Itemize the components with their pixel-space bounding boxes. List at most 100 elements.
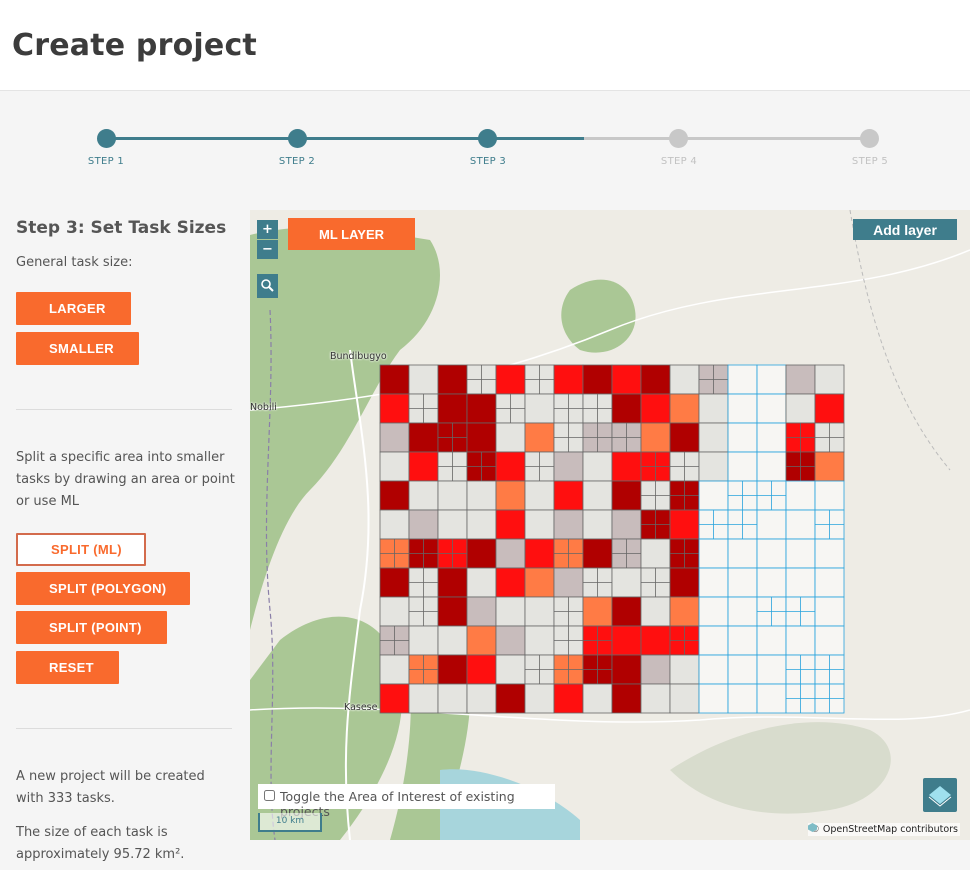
task-cell[interactable] <box>814 393 845 424</box>
task-cell[interactable] <box>611 567 642 598</box>
task-cell[interactable] <box>611 480 642 511</box>
task-cell[interactable] <box>756 364 787 395</box>
task-cell[interactable] <box>495 509 526 540</box>
task-cell[interactable] <box>379 683 410 714</box>
task-cell[interactable] <box>727 683 758 714</box>
task-cell[interactable] <box>814 567 845 598</box>
task-cell[interactable] <box>495 567 526 598</box>
task-cell[interactable] <box>495 654 526 685</box>
task-cell[interactable] <box>437 393 468 424</box>
task-cell[interactable] <box>524 538 555 569</box>
task-cell[interactable] <box>814 625 845 656</box>
task-cell[interactable] <box>640 422 671 453</box>
add-layer-button[interactable]: Add layer <box>853 219 957 240</box>
task-cell[interactable] <box>379 567 410 598</box>
task-cell[interactable] <box>611 393 642 424</box>
task-cell[interactable] <box>611 654 642 685</box>
task-cell[interactable] <box>379 654 410 685</box>
task-cell[interactable] <box>611 364 642 395</box>
task-cell[interactable] <box>408 480 439 511</box>
task-cell[interactable] <box>727 596 758 627</box>
step-2-dot[interactable] <box>288 129 307 148</box>
task-cell[interactable] <box>466 480 497 511</box>
task-cell[interactable] <box>553 451 584 482</box>
split-ml-button[interactable]: SPLIT (ML) <box>16 533 146 566</box>
task-cell[interactable] <box>437 625 468 656</box>
step-3-dot[interactable] <box>478 129 497 148</box>
task-cell[interactable] <box>669 364 700 395</box>
task-cell[interactable] <box>698 538 729 569</box>
task-cell[interactable] <box>466 625 497 656</box>
task-cell[interactable] <box>379 509 410 540</box>
task-cell[interactable] <box>669 654 700 685</box>
task-cell[interactable] <box>582 683 613 714</box>
task-cell[interactable] <box>466 596 497 627</box>
task-cell[interactable] <box>495 538 526 569</box>
task-cell[interactable] <box>698 654 729 685</box>
task-cell[interactable] <box>640 654 671 685</box>
task-cell[interactable] <box>640 596 671 627</box>
task-cell[interactable] <box>553 683 584 714</box>
task-cell[interactable] <box>727 625 758 656</box>
task-cell[interactable] <box>785 509 816 540</box>
task-cell[interactable] <box>437 596 468 627</box>
task-cell[interactable] <box>814 364 845 395</box>
task-cell[interactable] <box>379 393 410 424</box>
task-cell[interactable] <box>756 509 787 540</box>
task-cell[interactable] <box>582 364 613 395</box>
task-cell[interactable] <box>756 625 787 656</box>
task-cell[interactable] <box>524 422 555 453</box>
task-cell[interactable] <box>524 393 555 424</box>
task-cell[interactable] <box>727 422 758 453</box>
task-cell[interactable] <box>611 683 642 714</box>
task-cell[interactable] <box>379 422 410 453</box>
task-cell[interactable] <box>466 422 497 453</box>
split-point-button[interactable]: SPLIT (POINT) <box>16 611 167 644</box>
task-cell[interactable] <box>437 683 468 714</box>
search-button[interactable] <box>257 274 278 298</box>
task-cell[interactable] <box>669 567 700 598</box>
task-cell[interactable] <box>466 654 497 685</box>
task-cell[interactable] <box>756 654 787 685</box>
larger-button[interactable]: LARGER <box>16 292 131 325</box>
task-cell[interactable] <box>756 567 787 598</box>
task-cell[interactable] <box>756 451 787 482</box>
task-cell[interactable] <box>524 509 555 540</box>
task-cell[interactable] <box>611 451 642 482</box>
task-cell[interactable] <box>553 567 584 598</box>
task-cell[interactable] <box>495 451 526 482</box>
task-cell[interactable] <box>437 567 468 598</box>
task-cell[interactable] <box>379 364 410 395</box>
task-cell[interactable] <box>495 422 526 453</box>
task-cell[interactable] <box>408 683 439 714</box>
task-cell[interactable] <box>698 393 729 424</box>
task-cell[interactable] <box>524 480 555 511</box>
task-cell[interactable] <box>727 364 758 395</box>
task-cell[interactable] <box>524 625 555 656</box>
task-cell[interactable] <box>640 393 671 424</box>
task-cell[interactable] <box>727 654 758 685</box>
task-cell[interactable] <box>466 538 497 569</box>
task-cell[interactable] <box>698 451 729 482</box>
task-cell[interactable] <box>669 393 700 424</box>
task-cell[interactable] <box>524 567 555 598</box>
task-cell[interactable] <box>553 480 584 511</box>
step-1-dot[interactable] <box>97 129 116 148</box>
task-cell[interactable] <box>408 509 439 540</box>
task-cell[interactable] <box>495 625 526 656</box>
task-cell[interactable] <box>698 596 729 627</box>
task-cell[interactable] <box>698 480 729 511</box>
task-cell[interactable] <box>466 509 497 540</box>
task-cell[interactable] <box>437 480 468 511</box>
task-cell[interactable] <box>582 538 613 569</box>
task-cell[interactable] <box>379 451 410 482</box>
layers-button[interactable] <box>923 778 957 812</box>
task-cell[interactable] <box>727 393 758 424</box>
task-cell[interactable] <box>495 683 526 714</box>
task-cell[interactable] <box>669 422 700 453</box>
task-cell[interactable] <box>408 422 439 453</box>
task-cell[interactable] <box>785 364 816 395</box>
task-cell[interactable] <box>698 683 729 714</box>
task-cell[interactable] <box>437 509 468 540</box>
task-cell[interactable] <box>727 567 758 598</box>
